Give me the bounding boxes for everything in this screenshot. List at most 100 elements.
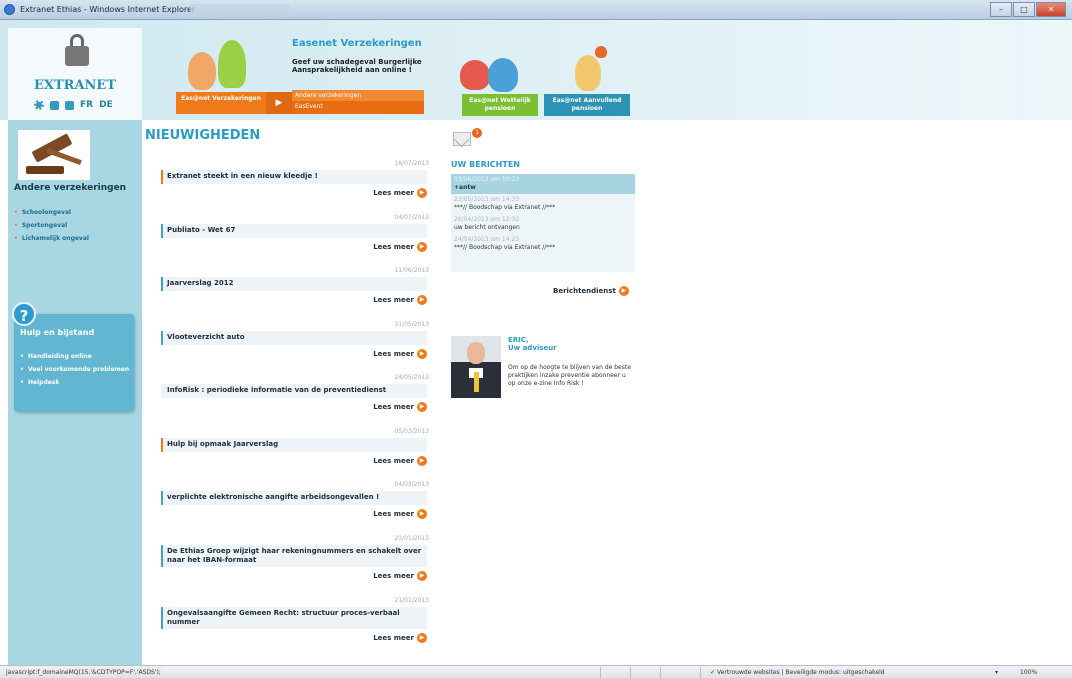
message-subject: +antw (454, 184, 476, 191)
help-link-helpdesk[interactable]: Helpdesk (20, 376, 129, 389)
sidebar-links: • Schoolongeval • Sportongeval • Lichamelij… (14, 206, 89, 245)
mascot-illustration (595, 46, 607, 58)
read-more-label: Lees meer (373, 633, 414, 642)
read-more-link[interactable]: Lees meer ▶ (373, 570, 427, 581)
read-more-label: Lees meer (373, 571, 414, 580)
language-fr[interactable]: FR (80, 100, 93, 110)
read-more-link[interactable]: Lees meer ▶ (373, 348, 427, 359)
tab-easenet-verzekeringen[interactable]: Eas@net Verzekeringen (176, 92, 266, 114)
news-item: 23/01/2013 De Ethias Groep wijzigt haar r… (145, 527, 435, 589)
news-headline[interactable]: Ongevalsaangifte Gemeen Recht: structuur… (161, 606, 427, 629)
status-bar: javascript:f_domaineMQ(15,'&CDTYPOP=F','… (0, 665, 1072, 678)
mascot-illustration (218, 40, 246, 88)
sidebar-item-sportongeval[interactable]: • Sportongeval (14, 219, 89, 232)
message-item[interactable]: 26/04/2013 om 12:32 uw bericht ontvangen (451, 214, 635, 234)
maximize-button[interactable]: □ (1013, 2, 1035, 17)
check-icon: ✔ (710, 669, 716, 676)
message-subject: ***// Boodschap via Extranet //*** (454, 204, 556, 211)
news-date: 04/03/2013 (394, 481, 429, 488)
tab-aanvullend-pensioen[interactable]: Eas@net Aanvullend pensioen (544, 94, 630, 116)
print-icon[interactable] (65, 100, 74, 110)
browser-icon (4, 4, 15, 15)
read-more-label: Lees meer (373, 510, 414, 518)
status-separator (630, 667, 631, 678)
submenu-item-andere-verzekeringen[interactable]: Andere verzekeringen (292, 90, 424, 101)
news-date: 21/01/2013 (394, 596, 429, 604)
zoom-dropdown-icon[interactable]: ▾ (995, 669, 998, 676)
mascot-illustration (460, 60, 490, 90)
status-url: javascript:f_domaineMQ(15,'&CDTYPOP=F','… (6, 669, 161, 676)
help-link-problemen[interactable]: Veel voorkomende problemen (20, 363, 129, 376)
logo-box: EXTRANET FR DE (8, 28, 142, 120)
read-more-label: Lees meer (373, 242, 414, 251)
news-headline[interactable]: Vlooteverzicht auto (161, 330, 427, 345)
message-item[interactable]: 22/05/2013 om 14:33 ***// Boodschap via E… (451, 194, 635, 214)
message-date: 22/05/2013 om 14:33 (454, 196, 520, 203)
mascot-illustration (188, 52, 216, 90)
submenu-item-easevent[interactable]: EasEvent (292, 101, 424, 112)
gear-icon[interactable] (34, 100, 44, 110)
news-headline[interactable]: Hulp bij opmaak Jaarverslag (161, 437, 427, 452)
news-headline[interactable]: Publiato - Wet 67 (161, 223, 427, 238)
sidebar-item-schoolongeval[interactable]: • Schoolongeval (14, 206, 89, 219)
news-date: 04/07/2013 (394, 213, 429, 221)
blurred-tab (190, 4, 290, 16)
tab-wettelijk-pensioen[interactable]: Eas@net Wettelijk pensioen (462, 94, 538, 116)
berichtendienst-label: Berichtendienst (553, 287, 616, 295)
envelope-icon[interactable] (453, 132, 471, 146)
arrow-right-icon: ▶ (417, 402, 427, 412)
message-subject: uw bericht ontvangen (454, 224, 520, 231)
arrow-right-icon: ▶ (417, 570, 427, 581)
news-headline[interactable]: De Ethias Groep wijzigt haar rekeningnum… (161, 544, 427, 567)
news-headline[interactable]: InfoRisk : periodieke informatie van de … (161, 384, 427, 398)
help-link-handleiding[interactable]: Handleiding online (20, 350, 129, 363)
brand-label[interactable]: EXTRANET (8, 78, 142, 93)
berichtendienst-link[interactable]: Berichtendienst ▶ (553, 286, 629, 296)
message-date: 24/04/2013 om 14:23 (454, 236, 520, 243)
promo-text[interactable]: Geef uw schadegeval Burgerlijke Aansprak… (292, 58, 427, 74)
read-more-link[interactable]: Lees meer ▶ (373, 509, 427, 519)
news-headline[interactable]: Jaarverslag 2012 (161, 277, 427, 291)
read-more-link[interactable]: Lees meer ▶ (373, 295, 427, 305)
advisor-text[interactable]: Om op de hoogte te blijven van de beste … (508, 364, 632, 388)
window-titlebar: Extranet Ethias - Windows Internet Explo… (0, 0, 1072, 20)
minimize-button[interactable]: – (990, 2, 1012, 17)
sidebar-item-lichamelijk-ongeval[interactable]: • Lichamelijk ongeval (14, 232, 89, 245)
window-icon[interactable] (50, 100, 59, 110)
message-count-badge: 1 (472, 128, 482, 138)
read-more-link[interactable]: Lees meer ▶ (373, 188, 427, 198)
arrow-right-icon: ▶ (417, 509, 427, 519)
security-zone[interactable]: ✔ Vertrouwde websites | Beveiligde modus:… (710, 669, 885, 676)
news-date: 23/01/2013 (394, 534, 429, 542)
tab-arrow-icon: ▶ (266, 92, 292, 114)
status-separator (600, 667, 601, 678)
read-more-link[interactable]: Lees meer ▶ (373, 402, 427, 412)
read-more-label: Lees meer (373, 349, 414, 358)
advisor-card: ERIC, Uw adviseur Om op de hoogte te bli… (451, 336, 635, 402)
news-list: 16/07/2013 Extranet steekt in een nieuw k… (145, 152, 435, 651)
advisor-photo (451, 336, 501, 398)
news-item: 05/03/2013 Hulp bij opmaak Jaarverslag Lee… (145, 420, 435, 474)
read-more-label: Lees meer (373, 189, 414, 197)
arrow-right-icon: ▶ (417, 295, 427, 305)
close-button[interactable]: ✕ (1036, 2, 1066, 17)
language-de[interactable]: DE (99, 100, 113, 110)
help-box: ? Hulp en bijstand Handleiding online Ve… (12, 302, 134, 412)
zoom-level[interactable]: 100% (1020, 669, 1037, 676)
read-more-link[interactable]: Lees meer ▶ (373, 241, 427, 252)
news-section: NIEUWIGHEDEN 16/07/2013 Extranet steekt i… (145, 128, 435, 651)
news-headline[interactable]: Extranet steekt in een nieuw kleedje ! (161, 170, 427, 184)
read-more-link[interactable]: Lees meer ▶ (373, 455, 427, 466)
read-more-label: Lees meer (373, 456, 414, 465)
message-item[interactable]: 24/04/2013 om 14:23 ***// Boodschap via E… (451, 234, 635, 254)
news-item: 04/07/2013 Publiato - Wet 67 Lees meer ▶ (145, 206, 435, 260)
message-item[interactable]: 03/06/2013 om 10:23 +antw (451, 174, 635, 194)
mascot-illustration (575, 55, 601, 91)
help-title: Hulp en bijstand (20, 328, 95, 337)
message-date: 26/04/2013 om 12:32 (454, 216, 520, 223)
news-item: 11/06/2013 Jaarverslag 2012 Lees meer ▶ (145, 259, 435, 313)
news-headline[interactable]: verplichte elektronische aangifte arbeid… (161, 491, 427, 505)
read-more-link[interactable]: Lees meer ▶ (373, 632, 427, 643)
read-more-label: Lees meer (373, 296, 414, 304)
arrow-right-icon: ▶ (417, 348, 427, 359)
